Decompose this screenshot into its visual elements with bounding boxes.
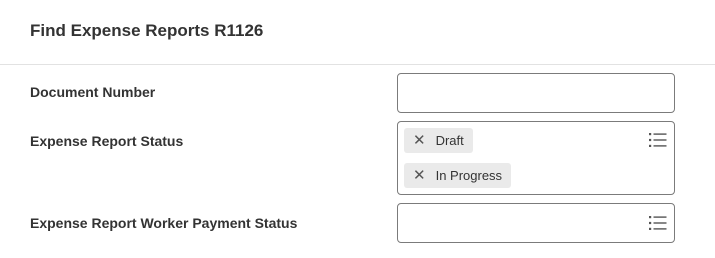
- worker-payment-status-label: Expense Report Worker Payment Status: [30, 215, 298, 231]
- expense-report-status-prompt[interactable]: ✕ Draft ✕ In Progress: [397, 121, 675, 195]
- prompt-list-icon[interactable]: [649, 132, 667, 148]
- remove-icon[interactable]: ✕: [413, 168, 426, 183]
- prompt-list-icon[interactable]: [649, 215, 667, 231]
- document-number-label: Document Number: [30, 84, 156, 100]
- chip-label: Draft: [435, 133, 464, 148]
- expense-report-status-label: Expense Report Status: [30, 133, 184, 149]
- document-number-input[interactable]: [397, 73, 675, 113]
- worker-payment-status-prompt[interactable]: [397, 203, 675, 243]
- status-chip-in-progress[interactable]: ✕ In Progress: [404, 163, 512, 188]
- remove-icon[interactable]: ✕: [413, 133, 426, 148]
- find-expense-reports-dialog: Find Expense Reports R1126 Document Numb…: [0, 0, 715, 258]
- chip-label: In Progress: [435, 168, 503, 183]
- dialog-title: Find Expense Reports R1126: [30, 21, 264, 40]
- status-chip-draft[interactable]: ✕ Draft: [404, 128, 473, 153]
- dialog-header: Find Expense Reports R1126: [0, 0, 715, 65]
